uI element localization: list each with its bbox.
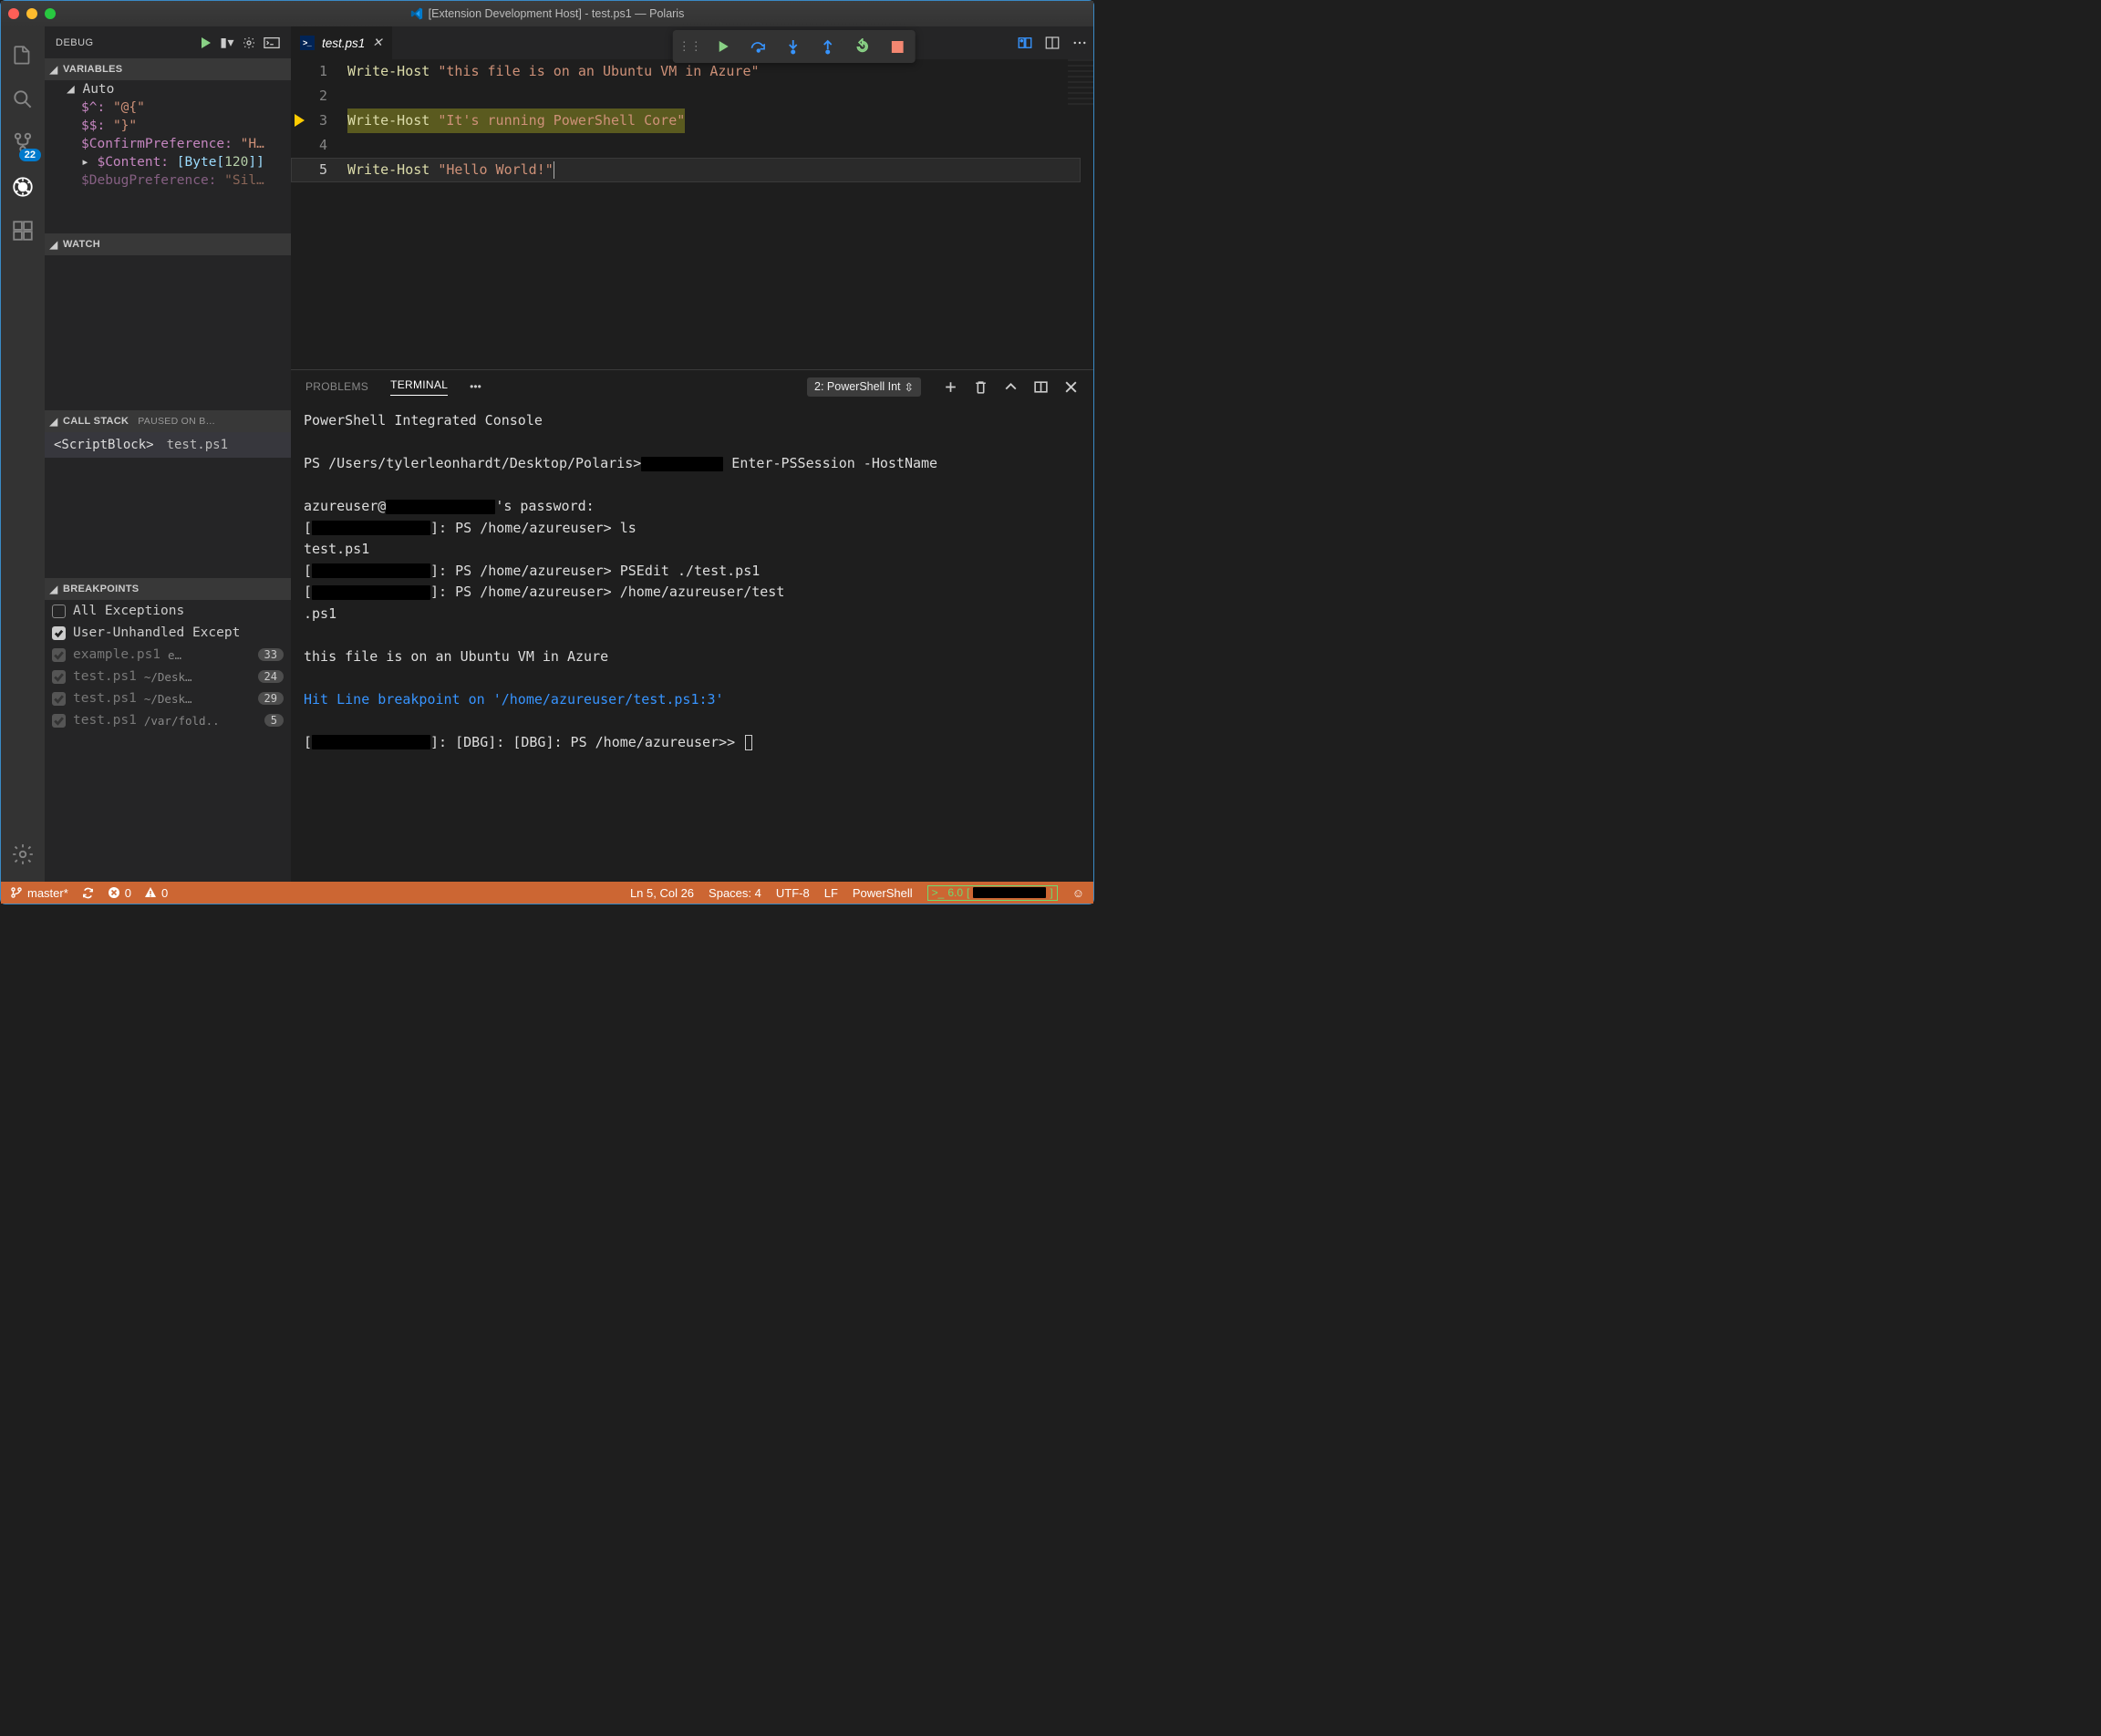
debug-config-dropdown[interactable]: ▮▾ [220,35,234,50]
breakpoint-item[interactable]: test.ps1~/Desk…24 [45,666,291,687]
debug-settings-icon[interactable] [242,36,256,50]
compare-icon[interactable] [1017,35,1033,51]
search-icon[interactable] [1,79,45,119]
checkbox-unchecked[interactable] [52,604,66,618]
indentation[interactable]: Spaces: 4 [709,886,761,900]
debug-console-icon[interactable] [264,36,280,49]
sync-icon[interactable] [81,886,95,900]
errors-count[interactable]: 0 [108,886,131,900]
breakpoints-section-header[interactable]: ◢BREAKPOINTS [45,578,291,600]
terminal-output[interactable]: PowerShell Integrated Console PS /Users/… [291,403,1093,882]
debug-icon[interactable] [1,167,45,207]
window-title: [Extension Development Host] - test.ps1 … [429,7,685,20]
explorer-icon[interactable] [1,36,45,76]
debug-toolbar[interactable]: ⋮⋮ [673,30,916,63]
close-window[interactable] [8,8,19,19]
maximize-window[interactable] [45,8,56,19]
vscode-icon [410,7,423,20]
variable-item[interactable]: $DebugPreference: "Sil… [45,171,291,190]
start-debug-button[interactable] [198,36,212,50]
settings-gear-icon[interactable] [1,834,45,874]
variables-auto-group[interactable]: ◢ Auto [45,80,291,98]
maximize-panel-icon[interactable] [1003,379,1019,395]
split-terminal-icon[interactable] [1033,379,1049,395]
feedback-icon[interactable]: ☺ [1072,886,1084,900]
split-editor-icon[interactable] [1044,35,1061,51]
continue-button[interactable] [711,34,737,59]
debug-sidebar: DEBUG ▮▾ ◢VARIABLES ◢ Auto $^: "@{" $$: … [45,26,291,882]
checkbox-checked[interactable] [52,626,66,640]
panel: PROBLEMS TERMINAL ••• 2: PowerShell Int … [291,369,1093,882]
code-editor[interactable]: 1 2 3 4 5 Write-Host "this file is on an… [291,59,1093,369]
scm-badge: 22 [19,149,41,161]
cursor-position[interactable]: Ln 5, Col 26 [630,886,694,900]
terminal-selector[interactable]: 2: PowerShell Int ⇳ [807,377,921,397]
restart-button[interactable] [850,34,875,59]
extensions-icon[interactable] [1,211,45,251]
checkbox-disabled[interactable] [52,692,66,706]
breakpoint-item[interactable]: All Exceptions [45,600,291,622]
kill-terminal-icon[interactable] [973,379,988,395]
variable-item[interactable]: $$: "}" [45,117,291,135]
warnings-count[interactable]: 0 [144,886,168,900]
variables-section-header[interactable]: ◢VARIABLES [45,58,291,80]
stop-button[interactable] [885,34,910,59]
checkbox-disabled[interactable] [52,648,66,662]
status-bar: master* 0 0 Ln 5, Col 26 Spaces: 4 UTF-8… [1,882,1093,904]
minimap[interactable] [1068,59,1093,105]
checkbox-disabled[interactable] [52,714,66,728]
callstack-section-header[interactable]: ◢CALL STACKPAUSED ON B… [45,410,291,432]
breakpoint-item[interactable]: example.ps1e…33 [45,644,291,666]
variable-item[interactable]: $^: "@{" [45,98,291,117]
titlebar: [Extension Development Host] - test.ps1 … [1,1,1093,26]
breakpoint-item[interactable]: User-Unhandled Except [45,622,291,644]
checkbox-disabled[interactable] [52,670,66,684]
variable-item[interactable]: ▸ $Content: [Byte[120]] [45,153,291,171]
editor-area: >_ test.ps1 ✕ ⋮⋮ 1 2 [291,26,1093,882]
debug-header: DEBUG ▮▾ [45,26,291,58]
eol[interactable]: LF [824,886,838,900]
step-into-button[interactable] [781,34,806,59]
powershell-version[interactable]: >_ 6.0 [] [927,885,1058,901]
source-control-icon[interactable]: 22 [1,123,45,163]
minimize-window[interactable] [26,8,37,19]
powershell-file-icon: >_ [300,36,315,50]
more-actions-icon[interactable] [1071,35,1088,51]
language-mode[interactable]: PowerShell [853,886,913,900]
breakpoint-item[interactable]: test.ps1/var/fold..5 [45,709,291,731]
tab-problems[interactable]: PROBLEMS [305,380,368,393]
git-branch[interactable]: master* [10,886,68,900]
step-over-button[interactable] [746,34,771,59]
encoding[interactable]: UTF-8 [776,886,810,900]
step-out-button[interactable] [815,34,841,59]
activity-bar: 22 [1,26,45,882]
close-panel-icon[interactable] [1063,379,1079,395]
watch-section-header[interactable]: ◢WATCH [45,233,291,255]
breakpoint-item[interactable]: test.ps1~/Desk…29 [45,687,291,709]
execution-pointer-icon [295,114,305,127]
window-controls [8,8,56,19]
variable-item[interactable]: $ConfirmPreference: "H… [45,135,291,153]
callstack-frame[interactable]: <ScriptBlock>test.ps1 [45,432,291,458]
panel-overflow-icon[interactable]: ••• [470,380,481,393]
tab-test-ps1[interactable]: >_ test.ps1 ✕ [291,26,393,59]
close-tab-icon[interactable]: ✕ [372,36,382,50]
new-terminal-icon[interactable] [943,379,958,395]
drag-handle-icon[interactable]: ⋮⋮ [678,39,702,54]
tab-terminal[interactable]: TERMINAL [390,378,448,396]
